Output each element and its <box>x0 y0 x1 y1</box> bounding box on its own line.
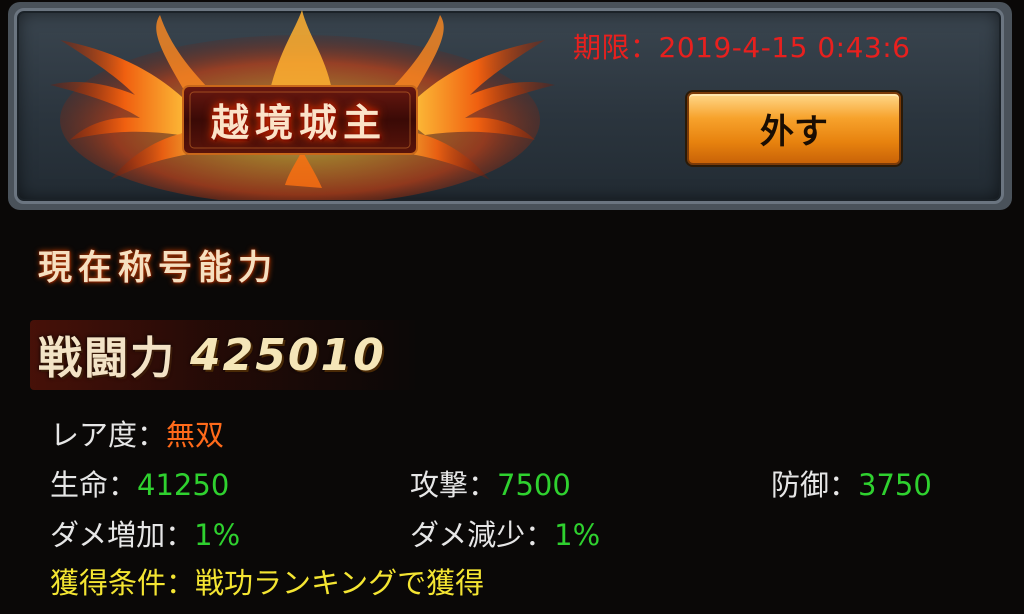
badge-title: 越境城主 <box>210 99 387 145</box>
stat-rarity: レア度：無双 <box>50 412 224 454</box>
stat-value: 3750 <box>858 468 932 502</box>
stat-value: 41250 <box>137 468 230 502</box>
stat-value: 無双 <box>166 418 225 452</box>
stat-value: 7500 <box>497 468 571 502</box>
stat-attack: 攻撃：7500 <box>410 462 571 504</box>
stat-defense: 防御：3750 <box>771 462 932 504</box>
section-heading: 現在称号能力 <box>38 248 278 288</box>
unequip-button[interactable]: 外す <box>687 92 901 165</box>
stat-label: 獲得条件： <box>50 566 196 600</box>
stat-label: 生命： <box>50 468 138 502</box>
stat-value: 戦功ランキングで獲得 <box>195 566 485 600</box>
power-label: 戦闘力 <box>38 333 176 384</box>
stat-label: 攻撃： <box>410 468 498 502</box>
stat-damage-down: ダメ減少：1% <box>410 512 600 554</box>
stat-damage-up: ダメ増加：1% <box>50 512 240 554</box>
stat-label: ダメ増加： <box>50 518 195 552</box>
stat-label: ダメ減少： <box>410 518 555 552</box>
stat-label: レア度： <box>50 418 167 452</box>
power-value: 425010 <box>190 330 386 381</box>
stat-condition: 獲得条件：戦功ランキングで獲得 <box>50 560 484 602</box>
expiry-label: 期限： <box>573 31 659 64</box>
expiry-value: 2019-4-15 0:43:6 <box>658 31 911 64</box>
expiry-text: 期限：2019-4-15 0:43:6 <box>573 26 910 66</box>
stat-value: 1% <box>554 518 601 552</box>
stat-label: 防御： <box>771 468 859 502</box>
stat-hp: 生命：41250 <box>50 462 229 504</box>
stat-value: 1% <box>194 518 241 552</box>
